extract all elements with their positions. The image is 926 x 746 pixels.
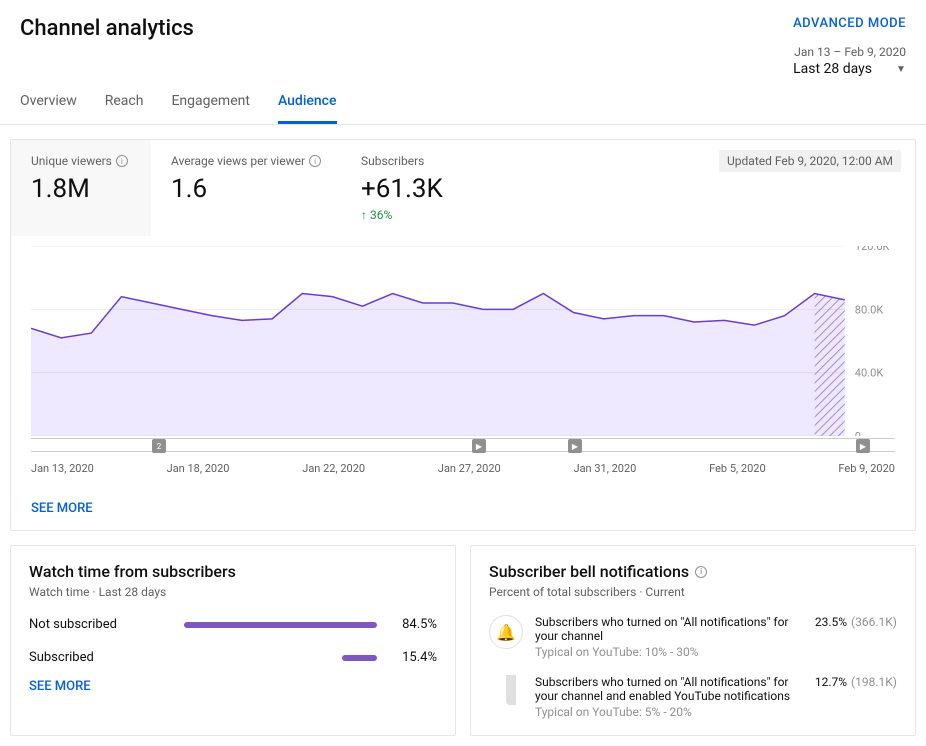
- notif-count: (198.1K): [851, 675, 897, 689]
- metric-avg-views[interactable]: Average views per viewer i 1.6: [151, 140, 341, 236]
- notification-row: Subscribers who turned on "All notificat…: [489, 675, 897, 719]
- metric-value: +61.3K: [361, 174, 461, 204]
- panel-subtitle: Watch time · Last 28 days: [29, 585, 437, 599]
- panel-title: Watch time from subscribers: [29, 562, 437, 581]
- info-icon[interactable]: i: [309, 155, 321, 167]
- svg-text:40.0K: 40.0K: [855, 367, 884, 380]
- notification-row: 🔔 Subscribers who turned on "All notifica…: [489, 615, 897, 659]
- panel-title: Subscriber bell notifications: [489, 562, 689, 581]
- updated-badge: Updated Feb 9, 2020, 12:00 AM: [719, 150, 901, 172]
- see-more-link[interactable]: SEE MORE: [11, 487, 915, 530]
- metric-label: Subscribers: [361, 154, 424, 168]
- see-more-link[interactable]: SEE MORE: [29, 665, 437, 708]
- notif-text: Subscribers who turned on "All notificat…: [535, 615, 803, 643]
- metric-value: 1.6: [171, 174, 321, 204]
- notif-typical: Typical on YouTube: 10% - 30%: [535, 645, 803, 659]
- bar-value: 15.4%: [377, 650, 437, 665]
- bar-label: Subscribed: [29, 650, 149, 665]
- notif-count: (366.1K): [851, 615, 897, 629]
- advanced-mode-link[interactable]: ADVANCED MODE: [793, 16, 906, 31]
- timeline-markers: 2 ▶ ▶ ▶: [31, 438, 895, 452]
- x-tick: Feb 5, 2020: [709, 462, 766, 475]
- timeline-marker[interactable]: ▶: [856, 439, 870, 453]
- tab-engagement[interactable]: Engagement: [171, 93, 249, 124]
- svg-text:80.0K: 80.0K: [855, 303, 884, 316]
- notif-pct: 23.5%: [815, 615, 847, 629]
- info-icon[interactable]: i: [116, 155, 128, 167]
- x-tick: Feb 9, 2020: [838, 462, 895, 475]
- metric-value: 1.8M: [31, 174, 131, 204]
- metric-label: Unique viewers: [31, 154, 112, 168]
- audience-chart-card: Unique viewers i 1.8M Average views per …: [10, 139, 916, 531]
- line-chart[interactable]: 0 40.0K 80.0K 120.0K 2 ▶ ▶ ▶: [11, 236, 915, 460]
- timeline-marker[interactable]: ▶: [568, 439, 582, 453]
- tab-reach[interactable]: Reach: [105, 93, 144, 124]
- metric-subscribers[interactable]: Subscribers +61.3K 36%: [341, 140, 481, 236]
- tab-audience[interactable]: Audience: [278, 93, 337, 124]
- x-tick: Jan 27, 2020: [438, 462, 501, 475]
- tab-overview[interactable]: Overview: [20, 93, 77, 124]
- svg-text:120.0K: 120.0K: [855, 246, 890, 253]
- metric-unique-viewers[interactable]: Unique viewers i 1.8M: [11, 140, 151, 236]
- watch-row: Subscribed 15.4%: [29, 650, 437, 665]
- x-tick: Jan 18, 2020: [167, 462, 230, 475]
- x-tick: Jan 22, 2020: [302, 462, 365, 475]
- tabs: Overview Reach Engagement Audience: [0, 77, 926, 125]
- watch-time-panel: Watch time from subscribers Watch time ·…: [10, 545, 456, 736]
- page-title: Channel analytics: [20, 16, 194, 41]
- metric-delta: 36%: [361, 208, 461, 222]
- bar-label: Not subscribed: [29, 617, 149, 632]
- metric-label: Average views per viewer: [171, 154, 305, 168]
- chevron-down-icon: ▼: [896, 64, 906, 75]
- date-range-label: Last 28 days: [793, 61, 872, 77]
- watch-row: Not subscribed 84.5%: [29, 617, 437, 632]
- bar-track: [149, 622, 377, 628]
- bar-track: [149, 655, 377, 661]
- info-icon[interactable]: i: [695, 566, 707, 578]
- notif-typical: Typical on YouTube: 5% - 20%: [535, 705, 803, 719]
- bell-notifications-panel: Subscriber bell notifications i Percent …: [470, 545, 916, 736]
- date-range-dropdown[interactable]: Last 28 days ▼: [793, 61, 906, 77]
- x-axis: Jan 13, 2020 Jan 18, 2020 Jan 22, 2020 Jan …: [11, 460, 915, 487]
- bell-icon: 🔔: [489, 615, 523, 649]
- tree-connector: [489, 675, 523, 705]
- timeline-marker[interactable]: ▶: [472, 439, 486, 453]
- svg-text:0: 0: [855, 430, 861, 436]
- x-tick: Jan 31, 2020: [574, 462, 637, 475]
- timeline-marker[interactable]: 2: [152, 439, 166, 453]
- notif-pct: 12.7%: [815, 675, 847, 689]
- notif-text: Subscribers who turned on "All notificat…: [535, 675, 803, 703]
- panel-subtitle: Percent of total subscribers · Current: [489, 585, 897, 599]
- date-range-small: Jan 13 – Feb 9, 2020: [793, 45, 906, 59]
- x-tick: Jan 13, 2020: [31, 462, 94, 475]
- bar-value: 84.5%: [377, 617, 437, 632]
